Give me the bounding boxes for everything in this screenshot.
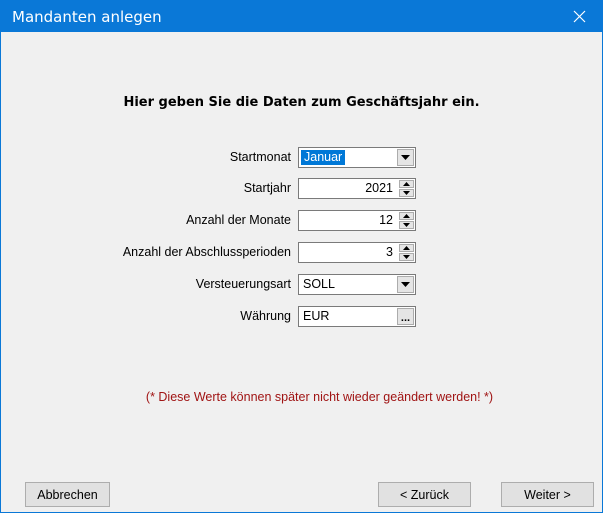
startjahr-label: Startjahr	[243, 181, 291, 195]
title-bar: Mandanten anlegen	[1, 1, 602, 32]
startmonat-combobox[interactable]: Januar	[298, 147, 416, 168]
startjahr-value: 2021	[365, 181, 393, 195]
close-icon	[573, 10, 586, 23]
dialog-window: Mandanten anlegen Hier geben Sie die Dat…	[0, 0, 603, 513]
abbrechen-button[interactable]: Abbrechen	[25, 482, 110, 507]
waehrung-value: EUR	[303, 309, 330, 323]
anzahl-monate-value: 12	[379, 213, 393, 227]
waehrung-field[interactable]: EUR ...	[298, 306, 416, 327]
warning-note: (* Diese Werte können später nicht wiede…	[145, 390, 494, 404]
page-heading: Hier geben Sie die Daten zum Geschäftsja…	[123, 95, 480, 110]
waehrung-label: Währung	[240, 309, 291, 323]
abschlussperioden-spinbox[interactable]: 3	[298, 242, 416, 263]
startjahr-spinner	[399, 180, 414, 197]
waehrung-browse-button[interactable]: ...	[397, 308, 414, 325]
arrow-up-icon	[403, 246, 410, 250]
close-button[interactable]	[557, 1, 602, 32]
versteuerungsart-dropdown-button[interactable]	[397, 276, 414, 293]
startmonat-dropdown-button[interactable]	[397, 149, 414, 166]
spin-down-button[interactable]	[399, 189, 414, 197]
spin-down-button[interactable]	[399, 253, 414, 261]
chevron-down-icon	[401, 282, 410, 287]
startjahr-spinbox[interactable]: 2021	[298, 178, 416, 199]
arrow-up-icon	[403, 182, 410, 186]
zurueck-button[interactable]: < Zurück	[378, 482, 471, 507]
versteuerungsart-label: Versteuerungsart	[195, 277, 291, 291]
versteuerungsart-combobox[interactable]: SOLL	[298, 274, 416, 295]
chevron-down-icon	[401, 155, 410, 160]
spin-down-button[interactable]	[399, 221, 414, 229]
arrow-up-icon	[403, 214, 410, 218]
startmonat-label: Startmonat	[229, 150, 291, 164]
abschlussperioden-label: Anzahl der Abschlussperioden	[122, 245, 291, 259]
spin-up-button[interactable]	[399, 212, 414, 220]
dialog-content: Hier geben Sie die Daten zum Geschäftsja…	[1, 32, 602, 512]
weiter-button[interactable]: Weiter >	[501, 482, 594, 507]
anzahl-monate-label: Anzahl der Monate	[186, 213, 291, 227]
window-title: Mandanten anlegen	[12, 8, 162, 26]
spin-up-button[interactable]	[399, 180, 414, 188]
anzahl-monate-spinner	[399, 212, 414, 229]
arrow-down-icon	[403, 223, 410, 227]
spin-up-button[interactable]	[399, 244, 414, 252]
versteuerungsart-value: SOLL	[303, 277, 335, 291]
arrow-down-icon	[403, 255, 410, 259]
abschlussperioden-spinner	[399, 244, 414, 261]
arrow-down-icon	[403, 191, 410, 195]
startmonat-value: Januar	[301, 150, 346, 165]
anzahl-monate-spinbox[interactable]: 12	[298, 210, 416, 231]
abschlussperioden-value: 3	[386, 245, 393, 259]
